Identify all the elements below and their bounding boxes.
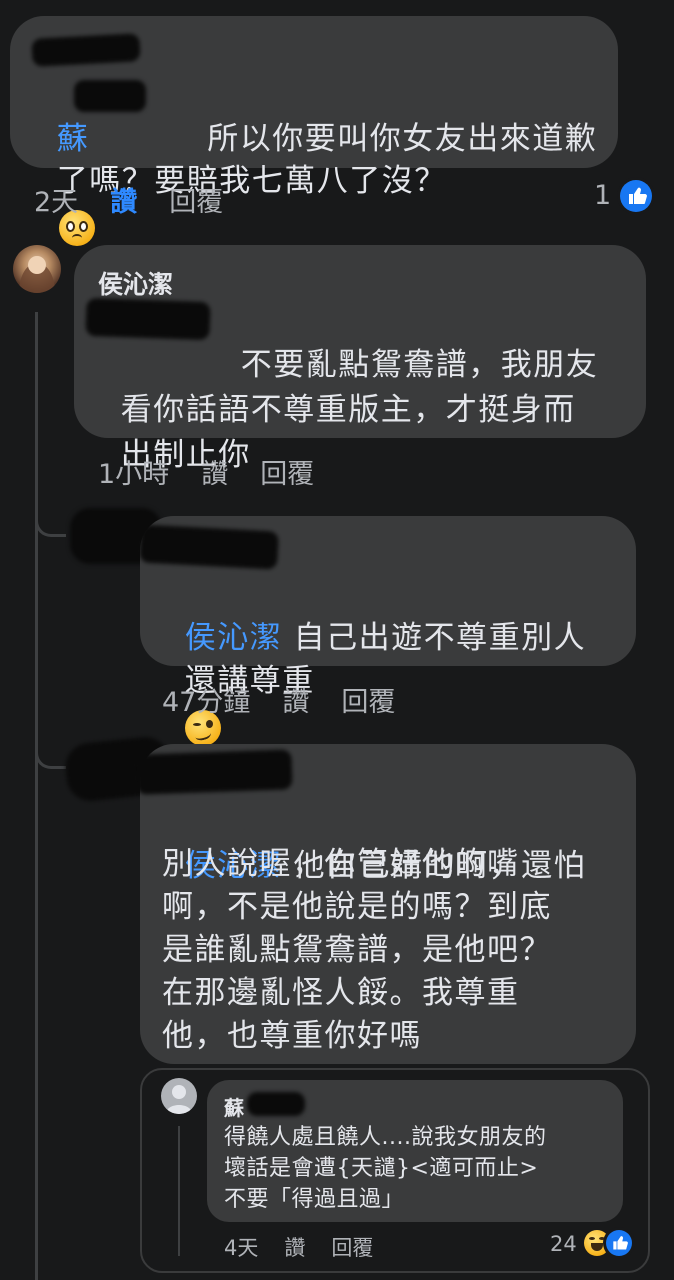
redacted-author-name [31, 33, 141, 67]
comment-text: 他，也尊重你好嗎 [162, 1018, 422, 1054]
thread-connector [35, 730, 66, 769]
reply-button[interactable]: 回覆 [260, 452, 314, 491]
comment-actions: 47分鐘 讚 回覆 [162, 680, 427, 719]
comment-time[interactable]: 47分鐘 [162, 680, 250, 719]
reply-button[interactable]: 回覆 [341, 680, 395, 719]
redacted-author-name [139, 524, 279, 570]
comment-time[interactable]: 1小時 [98, 452, 169, 491]
like-button[interactable]: 讚 [110, 180, 137, 219]
comment-actions: 1小時 讚 回覆 [98, 452, 346, 491]
nested-author[interactable]: 蘇 [224, 1092, 244, 1121]
like-button[interactable]: 讚 [284, 1232, 305, 1262]
nested-comment-text: 得饒人處且饒人....說我女朋友的 [224, 1125, 547, 1150]
nested-comment-text: 不要「得過且過」 [224, 1187, 405, 1212]
default-avatar[interactable] [161, 1078, 197, 1114]
reply-button[interactable]: 回覆 [331, 1232, 373, 1262]
comment-actions: 2天 讚 回覆 [34, 180, 255, 219]
nested-comment-actions: 4天 讚 回覆 [224, 1232, 399, 1262]
thread-line [35, 312, 38, 1280]
comment-text: 別人說喔，你管好他的嘴 [162, 846, 520, 882]
reaction-count[interactable]: 1 [594, 180, 611, 211]
comment-text: 是誰亂點鴛鴦譜，是他吧？ [162, 932, 552, 968]
comment-time[interactable]: 4天 [224, 1232, 258, 1262]
comment-time[interactable]: 2天 [34, 180, 78, 219]
like-icon [606, 1230, 632, 1256]
redacted-author-name [135, 749, 293, 795]
comment-author[interactable]: 侯沁潔 [98, 265, 173, 301]
like-icon [620, 180, 652, 212]
thread-connector [35, 500, 66, 537]
thread-line [178, 1126, 180, 1256]
reply-button[interactable]: 回覆 [169, 180, 223, 219]
redacted-author-name [247, 1092, 305, 1116]
comment-text: 啊，不是他說是的嗎？到底 [162, 889, 552, 925]
like-button[interactable]: 讚 [282, 680, 309, 719]
nested-comment-text: 壞話是會遭{天譴}<適可而止> [224, 1156, 539, 1181]
like-button[interactable]: 讚 [201, 452, 228, 491]
comment-text: 在那邊亂怪人餒。我尊重 [162, 975, 520, 1011]
avatar[interactable] [13, 245, 61, 293]
reaction-count[interactable]: 24 [550, 1232, 577, 1256]
redacted-mention [85, 297, 211, 341]
